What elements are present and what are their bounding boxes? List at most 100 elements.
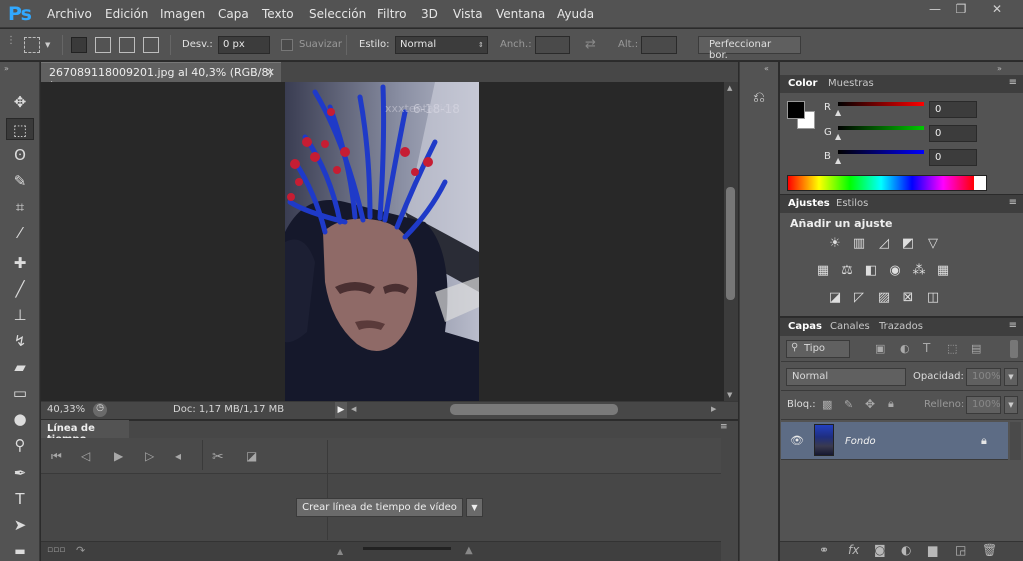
style-select[interactable]: Normal — [395, 36, 488, 54]
menu-ayuda[interactable]: Ayuda — [557, 7, 594, 21]
convert-icon[interactable]: ↷ — [76, 544, 85, 557]
blend-mode-select[interactable]: Normal — [786, 368, 906, 386]
invert-icon[interactable]: ◪ — [827, 290, 843, 306]
brightness-contrast-icon[interactable]: ☀ — [827, 236, 843, 252]
new-layer-icon[interactable]: ◲ — [955, 543, 966, 557]
status-clock-icon[interactable]: ◷ — [93, 403, 107, 417]
new-selection-icon[interactable] — [71, 37, 87, 53]
height-input[interactable] — [641, 36, 677, 54]
split-scissors-icon[interactable]: ✂ — [212, 449, 224, 465]
layer-thumbnail[interactable] — [814, 424, 834, 456]
hue-saturation-icon[interactable]: ▦ — [815, 263, 831, 279]
red-value-input[interactable]: 0 — [929, 101, 977, 118]
document-image[interactable]: xxxtentacion 6-18-18 — [285, 82, 479, 401]
collapse-icon[interactable]: » — [997, 64, 1002, 73]
tab-color[interactable]: Color — [788, 78, 817, 89]
delete-layer-icon[interactable]: 🗑︎ — [982, 543, 997, 557]
new-group-icon[interactable]: ▆ — [928, 543, 937, 557]
width-input[interactable] — [535, 36, 570, 54]
panel-menu-icon[interactable]: ≡ — [1009, 77, 1017, 88]
black-white-icon[interactable]: ◧ — [863, 263, 879, 279]
menu-texto[interactable]: Texto — [262, 7, 294, 21]
dodge-tool-icon[interactable]: ⚲ — [6, 434, 34, 456]
curves-icon[interactable]: ◿ — [876, 236, 892, 252]
panel-menu-icon[interactable]: ≡ — [720, 422, 728, 432]
anti-alias-checkbox[interactable] — [281, 39, 293, 51]
menu-filtro[interactable]: Filtro — [377, 7, 406, 21]
status-menu-arrow-icon[interactable]: ▶ — [335, 402, 347, 418]
filter-adjustment-icon[interactable]: ◐ — [900, 342, 910, 355]
chevron-down-icon[interactable]: ▼ — [466, 498, 483, 517]
filter-smart-object-icon[interactable]: ▤ — [971, 342, 981, 355]
link-layers-icon[interactable]: ⚭ — [819, 543, 829, 557]
lock-position-icon[interactable]: ✥ — [865, 397, 875, 411]
foreground-color-swatch[interactable] — [787, 101, 805, 119]
marquee-tool-preset-icon[interactable] — [24, 37, 40, 53]
menu-imagen[interactable]: Imagen — [160, 7, 205, 21]
red-slider[interactable] — [838, 102, 924, 106]
blur-tool-icon[interactable]: ● — [6, 408, 34, 430]
type-tool-icon[interactable]: T — [6, 488, 34, 510]
collapse-icon[interactable]: « — [764, 64, 769, 73]
tab-estilos[interactable]: Estilos — [836, 198, 868, 209]
swap-icon[interactable]: ⇄ — [585, 37, 596, 52]
blue-value-input[interactable]: 0 — [929, 149, 977, 166]
gradient-map-icon[interactable]: ⊠ — [900, 290, 916, 306]
close-tab-icon[interactable]: ✕ — [266, 66, 275, 79]
menu-seleccion[interactable]: Selección — [309, 7, 366, 21]
scroll-up-icon[interactable]: ▲ — [727, 84, 732, 92]
minimize-icon[interactable]: — — [923, 2, 947, 18]
scroll-down-icon[interactable]: ▼ — [727, 391, 732, 399]
filter-type-icon[interactable]: T — [923, 341, 930, 355]
layers-scrollbar[interactable] — [1010, 422, 1021, 460]
posterize-icon[interactable]: ◸ — [851, 290, 867, 306]
history-brush-tool-icon[interactable]: ↯ — [6, 330, 34, 352]
menu-capa[interactable]: Capa — [218, 7, 249, 21]
chevron-down-icon[interactable]: ▼ — [45, 41, 50, 49]
blue-slider[interactable] — [838, 150, 924, 154]
photo-filter-icon[interactable]: ◉ — [887, 263, 903, 279]
brush-tool-icon[interactable]: ╱ — [6, 278, 34, 300]
intersect-selection-icon[interactable] — [143, 37, 159, 53]
zoom-level[interactable]: 40,33% — [47, 404, 85, 415]
threshold-icon[interactable]: ▨ — [876, 290, 892, 306]
clone-stamp-tool-icon[interactable]: ⊥ — [6, 304, 34, 326]
color-balance-icon[interactable]: ⚖ — [839, 263, 855, 279]
lock-pixels-icon[interactable]: ✎ — [844, 398, 853, 411]
menu-archivo[interactable]: Archivo — [47, 7, 92, 21]
zoom-out-icon[interactable]: ▲ — [337, 547, 343, 556]
filter-shape-icon[interactable]: ⬚ — [947, 342, 957, 355]
horizontal-scroll-thumb[interactable] — [450, 404, 618, 415]
chevron-down-icon[interactable]: ▼ — [1004, 368, 1018, 386]
menu-edicion[interactable]: Edición — [105, 7, 148, 21]
path-selection-tool-icon[interactable]: ➤ — [6, 514, 34, 536]
close-icon[interactable]: ✕ — [985, 2, 1009, 18]
lock-all-icon[interactable]: 🔒︎ — [888, 397, 894, 411]
color-spectrum[interactable] — [787, 175, 987, 191]
eraser-tool-icon[interactable]: ▰ — [6, 356, 34, 378]
pen-tool-icon[interactable]: ✒ — [6, 462, 34, 484]
vibrance-icon[interactable]: ▽ — [925, 236, 941, 252]
scroll-right-icon[interactable]: ▶ — [711, 405, 716, 413]
filter-pixel-icon[interactable]: ▣ — [875, 342, 885, 355]
play-icon[interactable]: ▶ — [114, 449, 123, 463]
menu-ventana[interactable]: Ventana — [496, 7, 545, 21]
red-slider-handle[interactable]: ▲ — [835, 108, 841, 117]
zoom-in-icon[interactable]: ▲ — [465, 545, 473, 556]
blue-slider-handle[interactable]: ▲ — [835, 156, 841, 165]
levels-icon[interactable]: ▥ — [851, 236, 867, 252]
rectangle-tool-icon[interactable]: ▬ — [6, 540, 34, 561]
zoom-slider[interactable] — [363, 547, 451, 550]
add-mask-icon[interactable]: ◙ — [874, 543, 886, 557]
vertical-scroll-thumb[interactable] — [726, 187, 735, 300]
menu-3d[interactable]: 3D — [421, 7, 438, 21]
timeline-tab[interactable]: Línea de tiempo — [41, 420, 129, 445]
crop-tool-icon[interactable]: ⌗ — [6, 196, 34, 218]
add-selection-icon[interactable] — [95, 37, 111, 53]
marquee-tool-icon[interactable]: ⬚ — [6, 118, 34, 140]
refine-edge-button[interactable]: Perfeccionar bor. — [698, 36, 801, 61]
tab-muestras[interactable]: Muestras — [828, 78, 874, 89]
move-tool-icon[interactable]: ✥ — [6, 91, 34, 113]
layer-style-fx-icon[interactable]: fx — [848, 543, 859, 557]
frame-animation-icon[interactable]: ▫▫▫ — [47, 545, 65, 555]
